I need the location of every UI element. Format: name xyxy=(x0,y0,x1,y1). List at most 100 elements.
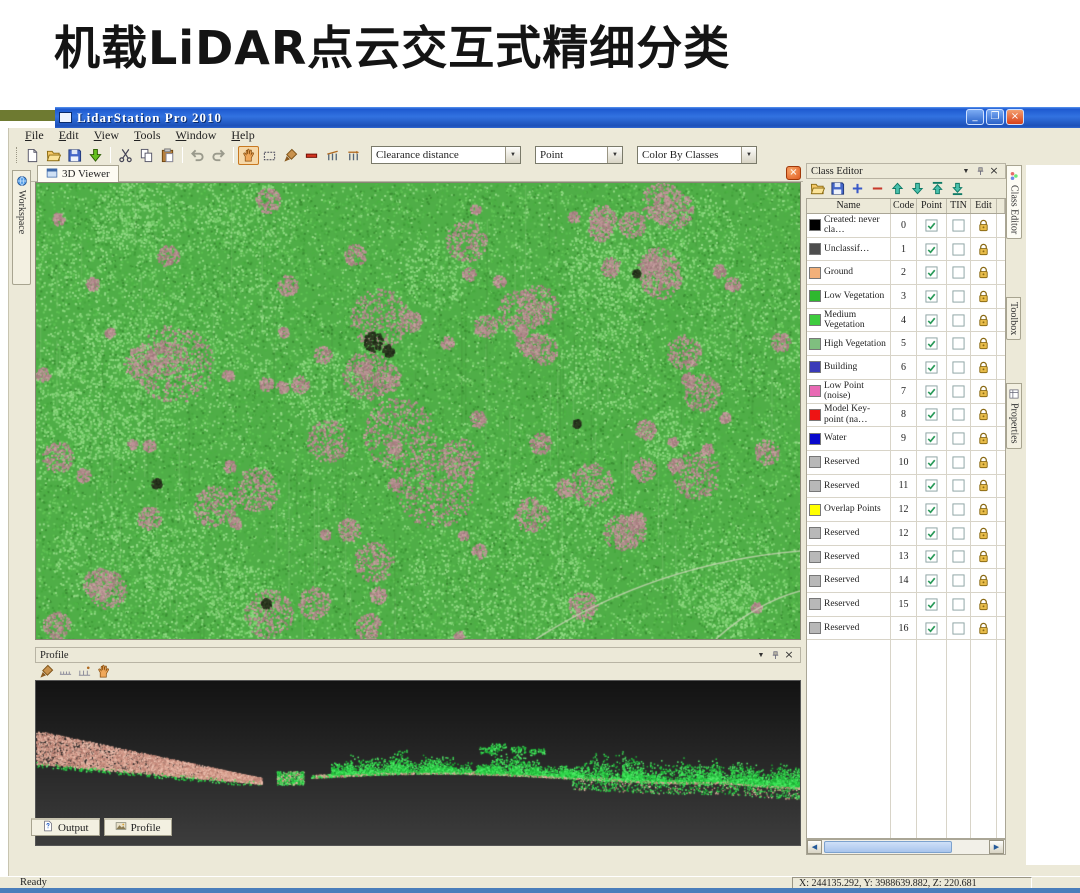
undo-icon[interactable] xyxy=(187,146,208,165)
class-row[interactable]: Reserved 14 xyxy=(807,569,1005,593)
lock-icon[interactable] xyxy=(971,379,997,403)
new-document-icon[interactable] xyxy=(22,146,43,165)
tin-checkbox[interactable] xyxy=(947,356,971,379)
lock-icon[interactable] xyxy=(971,521,997,545)
tin-checkbox[interactable] xyxy=(947,474,971,498)
right-tab-toolbox[interactable]: Toolbox xyxy=(1006,297,1021,341)
menu-help[interactable]: Help xyxy=(231,128,254,143)
lock-icon[interactable] xyxy=(971,569,997,592)
class-row[interactable]: Created: never cla… 0 xyxy=(807,214,1005,238)
measure-b-icon[interactable] xyxy=(75,664,94,680)
remove-icon[interactable] xyxy=(868,180,887,196)
point-checkbox[interactable] xyxy=(917,403,947,427)
point-checkbox[interactable] xyxy=(917,427,947,450)
point-checkbox[interactable] xyxy=(917,356,947,379)
class-row[interactable]: Low Vegetation 3 xyxy=(807,285,1005,309)
class-color-swatch[interactable] xyxy=(809,598,821,611)
window-titlebar[interactable]: LidarStation Pro 2010 _ ❐ × xyxy=(55,107,1080,128)
point-cloud-3d-view[interactable] xyxy=(36,183,800,639)
tin-checkbox[interactable] xyxy=(947,569,971,592)
class-row[interactable]: Water 9 xyxy=(807,427,1005,451)
menu-window[interactable]: Window xyxy=(176,128,217,143)
tin-checkbox[interactable] xyxy=(947,261,971,285)
pan-hand-icon[interactable] xyxy=(94,664,113,680)
move-down-icon[interactable] xyxy=(908,180,927,196)
class-row[interactable]: Reserved 15 xyxy=(807,593,1005,617)
class-row[interactable]: Reserved 10 xyxy=(807,450,1005,475)
paste-icon[interactable] xyxy=(157,146,178,165)
class-row[interactable]: Building 6 xyxy=(807,356,1005,380)
class-row[interactable]: High Vegetation 5 xyxy=(807,332,1005,357)
tin-checkbox[interactable] xyxy=(947,498,971,521)
class-color-swatch[interactable] xyxy=(809,503,821,516)
point-checkbox[interactable] xyxy=(917,593,947,616)
lock-icon[interactable] xyxy=(971,356,997,379)
rect-select-icon[interactable] xyxy=(259,146,280,165)
class-editor-pin-icon[interactable] xyxy=(973,165,987,177)
tab-output[interactable]: Output xyxy=(31,818,100,836)
point-mode-dropdown[interactable]: Point ▼ xyxy=(535,146,623,164)
class-color-swatch[interactable] xyxy=(809,243,821,256)
lock-icon[interactable] xyxy=(971,237,997,261)
tin-checkbox[interactable] xyxy=(947,545,971,569)
menu-tools[interactable]: Tools xyxy=(134,128,161,143)
scroll-right-icon[interactable]: ▶ xyxy=(989,840,1004,854)
clearance-distance-dropdown[interactable]: Clearance distance ▼ xyxy=(371,146,521,164)
move-up-icon[interactable] xyxy=(888,180,907,196)
class-color-swatch[interactable] xyxy=(809,314,821,327)
point-checkbox[interactable] xyxy=(917,214,947,237)
class-editor-menu-arrow-icon[interactable]: ▼ xyxy=(959,165,973,177)
menu-edit[interactable]: Edit xyxy=(59,128,79,143)
point-checkbox[interactable] xyxy=(917,498,947,521)
menu-file[interactable]: File xyxy=(25,128,44,143)
lock-icon[interactable] xyxy=(971,498,997,521)
point-checkbox[interactable] xyxy=(917,474,947,498)
lock-icon[interactable] xyxy=(971,616,997,640)
tin-checkbox[interactable] xyxy=(947,403,971,427)
chevron-down-icon[interactable]: ▼ xyxy=(505,147,520,163)
section-a-icon[interactable] xyxy=(322,146,343,165)
lock-icon[interactable] xyxy=(971,285,997,308)
class-color-swatch[interactable] xyxy=(809,456,821,469)
class-row[interactable]: Medium Vegetation 4 xyxy=(807,308,1005,333)
class-color-swatch[interactable] xyxy=(809,432,821,445)
class-color-swatch[interactable] xyxy=(809,479,821,492)
chevron-down-icon[interactable]: ▼ xyxy=(741,147,756,163)
scroll-thumb[interactable] xyxy=(824,841,952,853)
lock-icon[interactable] xyxy=(971,593,997,616)
tin-checkbox[interactable] xyxy=(947,521,971,545)
cut-icon[interactable] xyxy=(115,146,136,165)
brush-icon[interactable] xyxy=(280,146,301,165)
class-row[interactable]: Ground 2 xyxy=(807,261,1005,286)
class-color-swatch[interactable] xyxy=(809,337,821,350)
scroll-left-icon[interactable]: ◀ xyxy=(807,840,822,854)
restore-button[interactable]: ❐ xyxy=(986,109,1004,125)
lock-icon[interactable] xyxy=(971,332,997,356)
point-checkbox[interactable] xyxy=(917,521,947,545)
redo-icon[interactable] xyxy=(208,146,229,165)
class-color-swatch[interactable] xyxy=(809,574,821,587)
class-row[interactable]: Model Key-point (na… 8 xyxy=(807,403,1005,428)
lock-icon[interactable] xyxy=(971,474,997,498)
tin-checkbox[interactable] xyxy=(947,379,971,403)
lock-icon[interactable] xyxy=(971,261,997,285)
tin-checkbox[interactable] xyxy=(947,450,971,474)
class-row[interactable]: Reserved 11 xyxy=(807,474,1005,499)
tin-checkbox[interactable] xyxy=(947,237,971,261)
lock-icon[interactable] xyxy=(971,214,997,237)
tin-checkbox[interactable] xyxy=(947,214,971,237)
tab-3d-viewer[interactable]: 3D Viewer xyxy=(37,165,119,182)
class-color-swatch[interactable] xyxy=(809,290,821,303)
tin-checkbox[interactable] xyxy=(947,332,971,356)
class-row[interactable]: Reserved 16 xyxy=(807,616,1005,641)
lock-icon[interactable] xyxy=(971,427,997,450)
class-color-swatch[interactable] xyxy=(809,385,821,398)
pan-hand-icon[interactable] xyxy=(238,145,259,165)
point-checkbox[interactable] xyxy=(917,332,947,356)
profile-pin-icon[interactable] xyxy=(768,649,782,661)
copy-icon[interactable] xyxy=(136,146,157,165)
tin-checkbox[interactable] xyxy=(947,427,971,450)
point-checkbox[interactable] xyxy=(917,379,947,403)
color-by-dropdown[interactable]: Color By Classes ▼ xyxy=(637,146,757,164)
tin-checkbox[interactable] xyxy=(947,308,971,332)
